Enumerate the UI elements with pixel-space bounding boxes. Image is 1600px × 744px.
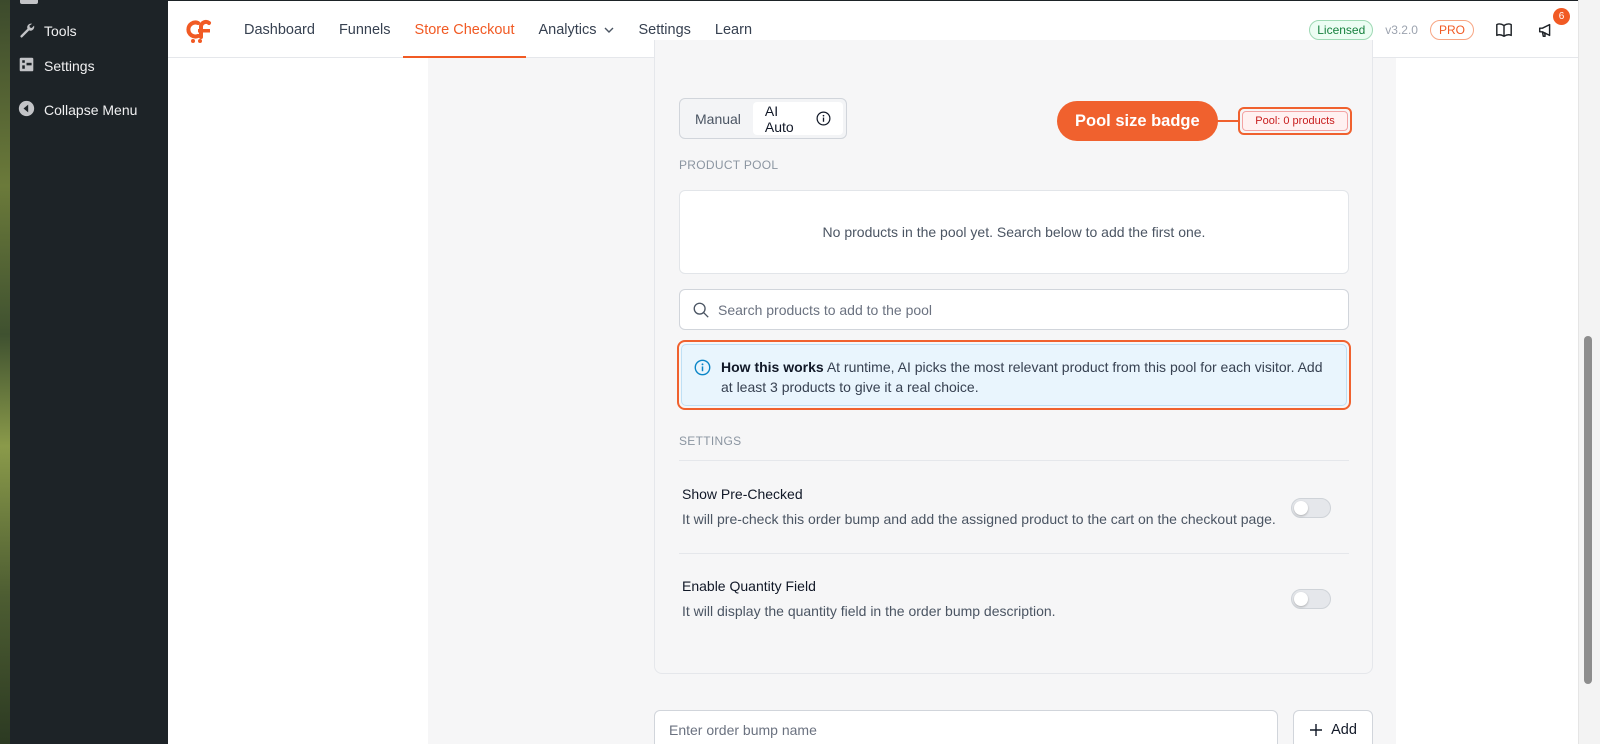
info-icon xyxy=(694,359,711,393)
pro-badge: PRO xyxy=(1429,19,1474,40)
wrench-icon xyxy=(18,21,35,41)
nav-label: Learn xyxy=(714,21,753,38)
pool-size-badge: Pool: 0 products xyxy=(1242,111,1348,131)
setting-title: Enable Quantity Field xyxy=(682,578,816,594)
nav-funnels[interactable]: Funnels xyxy=(327,1,403,58)
settings-heading: SETTINGS xyxy=(679,434,742,448)
pool-badge-highlight: Pool: 0 products xyxy=(1238,107,1352,135)
nav-label: Funnels xyxy=(338,21,391,38)
scrollbar-thumb[interactable] xyxy=(1584,336,1592,684)
product-search-input[interactable] xyxy=(718,301,1318,318)
order-bump-card: Manual AI Auto Pool size badge Pool: 0 p… xyxy=(654,40,1373,674)
settings-grid-icon xyxy=(18,56,35,76)
setting-description: It will display the quantity field in th… xyxy=(682,603,1056,619)
announcement-megaphone-icon[interactable]: 6 xyxy=(1534,7,1570,42)
mode-label: Manual xyxy=(695,110,741,127)
left-gutter xyxy=(168,58,428,744)
docs-book-icon[interactable] xyxy=(1492,18,1516,42)
divider xyxy=(679,553,1349,554)
nav-analytics[interactable]: Analytics xyxy=(526,1,626,58)
add-button-label: Add xyxy=(1331,722,1357,738)
nav-dashboard[interactable]: Dashboard xyxy=(232,1,327,58)
how-it-works-highlight: How this works At runtime, AI picks the … xyxy=(677,340,1351,410)
collapse-arrow-icon xyxy=(18,100,35,120)
truncated-menu-icon xyxy=(20,0,38,4)
setting-show-pre-checked: Show Pre-Checked It will pre-check this … xyxy=(682,486,1352,527)
sidebar-item-settings[interactable]: Settings xyxy=(18,56,95,76)
plus-icon xyxy=(1310,724,1323,736)
sidebar-item-label: Tools xyxy=(44,23,77,39)
nav-label: Dashboard xyxy=(244,21,315,38)
product-search-box xyxy=(679,289,1349,330)
order-bump-name-field xyxy=(654,710,1278,744)
nav-label: Settings xyxy=(638,21,691,38)
mode-manual-option[interactable]: Manual xyxy=(683,102,753,135)
page-scrollbar[interactable] xyxy=(1578,0,1600,744)
sidebar-item-tools[interactable]: Tools xyxy=(18,21,77,41)
licensed-badge: Licensed xyxy=(1309,19,1374,40)
mode-ai-auto-option[interactable]: AI Auto xyxy=(752,102,843,135)
order-bump-name-input[interactable] xyxy=(669,722,1263,738)
info-icon[interactable] xyxy=(816,111,831,126)
version-label: v3.2.0 xyxy=(1385,22,1418,37)
divider xyxy=(679,460,1349,461)
enable-quantity-toggle[interactable] xyxy=(1291,589,1331,609)
add-order-bump-button[interactable]: Add xyxy=(1293,710,1373,744)
setting-description: It will pre-check this order bump and ad… xyxy=(682,511,1276,527)
nav-store-checkout[interactable]: Store Checkout xyxy=(402,1,527,58)
product-pool-heading: PRODUCT POOL xyxy=(679,158,779,172)
nav-label: Analytics xyxy=(538,21,597,38)
setting-enable-quantity: Enable Quantity Field It will display th… xyxy=(682,578,1352,619)
annotation-callout: Pool size badge xyxy=(1057,101,1218,141)
nav-label: Store Checkout xyxy=(414,21,515,38)
wp-admin-sidebar: Tools Settings Collapse Menu xyxy=(10,0,168,744)
show-pre-checked-toggle[interactable] xyxy=(1291,498,1331,518)
cartflows-logo[interactable] xyxy=(184,15,214,45)
empty-pool-placeholder: No products in the pool yet. Search belo… xyxy=(679,190,1349,274)
annotation-connector xyxy=(1211,120,1239,122)
search-icon xyxy=(693,302,709,318)
mode-label: AI Auto xyxy=(764,102,794,135)
chevron-down-icon xyxy=(604,27,614,33)
right-gutter xyxy=(1396,58,1578,744)
desktop-wallpaper xyxy=(0,0,10,744)
sidebar-item-label: Collapse Menu xyxy=(44,102,138,118)
sidebar-item-collapse[interactable]: Collapse Menu xyxy=(18,100,137,120)
notice-body: How this works At runtime, AI picks the … xyxy=(721,357,1334,395)
notification-count-badge: 6 xyxy=(1553,7,1570,25)
product-mode-toggle: Manual AI Auto xyxy=(679,98,847,139)
sidebar-item-label: Settings xyxy=(44,58,95,74)
empty-pool-text: No products in the pool yet. Search belo… xyxy=(822,224,1206,240)
notice-title: How this works xyxy=(721,359,824,375)
setting-title: Show Pre-Checked xyxy=(682,486,803,502)
how-it-works-notice: How this works At runtime, AI picks the … xyxy=(681,344,1347,406)
